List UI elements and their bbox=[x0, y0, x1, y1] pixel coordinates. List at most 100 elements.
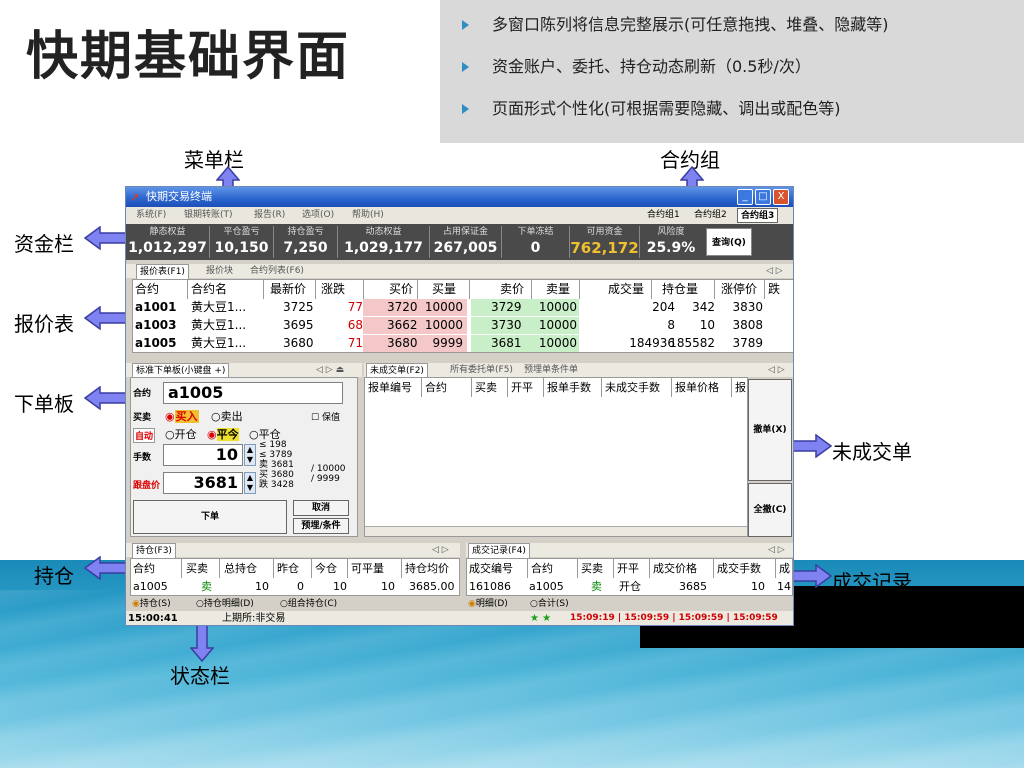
contract-group-tab-active[interactable]: 合约组3 bbox=[737, 208, 779, 223]
menu-bank-transfer[interactable]: 银期转账(T) bbox=[184, 207, 233, 224]
quote-cell: 10000 bbox=[538, 300, 577, 314]
cancel-all-button[interactable]: 全撤(C) bbox=[748, 483, 792, 537]
menu-help[interactable]: 帮助(H) bbox=[352, 207, 384, 224]
position-row[interactable]: a1005 卖 10 0 10 10 3685.00 bbox=[131, 577, 459, 595]
column-header[interactable]: 持仓量 bbox=[651, 280, 698, 299]
place-order-button[interactable]: 下单 bbox=[133, 500, 287, 534]
position-summary-radio[interactable]: ◉持仓(S) bbox=[132, 598, 171, 610]
column-header[interactable]: 买卖 bbox=[471, 378, 497, 397]
maximize-button[interactable]: □ bbox=[755, 189, 771, 205]
tab-scroll-arrows-icon[interactable]: ◁ ▷ bbox=[768, 543, 785, 557]
open-radio[interactable]: ○开仓 bbox=[165, 426, 197, 442]
available-funds-value: 762,172 bbox=[570, 239, 639, 257]
horizontal-scrollbar[interactable] bbox=[365, 526, 747, 536]
menu-system[interactable]: 系统(F) bbox=[136, 207, 166, 224]
callout-order-board-label: 下单板 bbox=[14, 392, 74, 416]
price-hint: 3680 bbox=[270, 470, 294, 480]
column-header[interactable]: 卖价 bbox=[469, 280, 524, 299]
column-header[interactable]: 开平 bbox=[507, 378, 533, 397]
contract-group-tab[interactable]: 合约组1 bbox=[644, 208, 683, 223]
column-header[interactable]: 报单手数 bbox=[543, 378, 591, 397]
buy-radio[interactable]: ◉买入 bbox=[165, 408, 199, 424]
column-header[interactable]: 跌 bbox=[764, 280, 780, 299]
contract-input[interactable]: a1005 bbox=[163, 382, 343, 404]
trade-qty: 10 bbox=[751, 580, 765, 593]
column-header[interactable]: 总持仓 bbox=[219, 559, 257, 578]
column-header[interactable]: 今仓 bbox=[311, 559, 337, 578]
column-header[interactable]: 合约 bbox=[133, 559, 155, 578]
menu-report[interactable]: 报告(R) bbox=[254, 207, 285, 224]
column-header[interactable]: 报单价格 bbox=[671, 378, 719, 397]
qty-input[interactable]: 10 bbox=[163, 444, 243, 466]
column-header[interactable]: 买价 bbox=[363, 280, 413, 299]
tab-scroll-arrows-icon[interactable]: ◁ ▷ bbox=[766, 264, 783, 278]
column-header[interactable]: 买卖 bbox=[577, 559, 603, 578]
column-header[interactable]: 合约名 bbox=[187, 280, 227, 299]
hedge-checkbox[interactable]: ☐ 保值 bbox=[311, 410, 340, 423]
qty-spinner[interactable]: ▲ ▼ bbox=[244, 444, 256, 466]
column-header[interactable]: 报单编号 bbox=[368, 378, 412, 397]
quote-row[interactable]: a1003 黄大豆1... 3695 68 3662 10000 3730 10000 8 10 3… bbox=[133, 316, 793, 335]
tab-quote-block[interactable]: 报价块 bbox=[206, 264, 233, 278]
price-input[interactable]: 3681 bbox=[163, 472, 243, 494]
fund-cell: 下单冻结 0 bbox=[502, 226, 570, 258]
column-header[interactable]: 报 bbox=[731, 378, 746, 397]
quote-cell: 3830 bbox=[732, 300, 763, 314]
tab-contract-list[interactable]: 合约列表(F6) bbox=[250, 264, 304, 278]
trade-row[interactable]: 161086 a1005 卖 开仓 3685 10 14 bbox=[467, 577, 792, 595]
contract-group-tab[interactable]: 合约组2 bbox=[691, 208, 730, 223]
tab-scroll-arrows-icon[interactable]: ◁ ▷ bbox=[432, 543, 449, 557]
tab-preset-orders[interactable]: 预埋单条件单 bbox=[524, 363, 578, 377]
column-header[interactable]: 未成交手数 bbox=[601, 378, 660, 397]
column-header[interactable]: 成交编号 bbox=[469, 559, 513, 578]
window-titlebar[interactable]: ➚ 快期交易终端 _ □ X bbox=[126, 187, 793, 207]
minimize-button[interactable]: _ bbox=[737, 189, 753, 205]
column-header[interactable]: 最新价 bbox=[263, 280, 306, 299]
column-header[interactable]: 成交量 bbox=[579, 280, 644, 299]
query-button[interactable]: 查询(Q) bbox=[706, 228, 752, 256]
cancel-selected-button[interactable]: 撤单(X) bbox=[748, 379, 792, 481]
tab-scroll-arrows-icon[interactable]: ◁ ▷ bbox=[768, 363, 785, 377]
sell-radio[interactable]: ○卖出 bbox=[211, 408, 243, 424]
radio-checked-icon: ◉ bbox=[207, 428, 217, 441]
quote-row[interactable]: a1001 黄大豆1... 3725 77 3720 10000 3729 10000 204 3… bbox=[133, 298, 793, 317]
volume-hint: / 10000 bbox=[311, 464, 346, 474]
column-header[interactable]: 涨停价 bbox=[714, 280, 757, 299]
close-button[interactable]: X bbox=[773, 189, 789, 205]
trades-total-radio[interactable]: ○合计(S) bbox=[530, 598, 569, 610]
column-header[interactable]: 可平量 bbox=[347, 559, 384, 578]
column-header[interactable]: 卖量 bbox=[531, 280, 570, 299]
column-header[interactable]: 买卖 bbox=[181, 559, 208, 578]
quote-cell: 9999 bbox=[432, 336, 463, 350]
column-header[interactable]: 成交价格 bbox=[649, 559, 697, 578]
column-header[interactable]: 合约 bbox=[421, 378, 447, 397]
tab-all-orders[interactable]: 所有委托单(F5) bbox=[450, 363, 513, 377]
close-today-radio[interactable]: ◉平今 bbox=[207, 426, 239, 442]
quote-row[interactable]: a1005 黄大豆1... 3680 71 3680 9999 3681 10000 18493… bbox=[133, 334, 793, 352]
column-header[interactable]: 买量 bbox=[417, 280, 456, 299]
tab-scroll-arrows-icon[interactable]: ◁ ▷ ⏏ bbox=[316, 363, 344, 377]
combo-position-radio[interactable]: ○组合持仓(C) bbox=[280, 598, 337, 610]
tab-quote-table[interactable]: 报价表(F1) bbox=[136, 264, 189, 280]
price-spinner[interactable]: ▲ ▼ bbox=[244, 472, 256, 494]
column-header[interactable]: 持仓均价 bbox=[401, 559, 449, 578]
column-header[interactable]: 成交手数 bbox=[713, 559, 761, 578]
radio-label: 合计(S) bbox=[537, 599, 569, 609]
quote-cell: 8 bbox=[667, 318, 675, 332]
preset-condition-button[interactable]: 预埋/条件 bbox=[293, 518, 349, 534]
column-header[interactable]: 合约 bbox=[527, 559, 553, 578]
column-header[interactable]: 昨仓 bbox=[273, 559, 299, 578]
menu-options[interactable]: 选项(O) bbox=[302, 207, 334, 224]
auto-toggle[interactable]: 自动 bbox=[133, 428, 156, 443]
fund-value: 7,250 bbox=[283, 240, 328, 256]
column-header[interactable]: 开平 bbox=[613, 559, 639, 578]
tab-trades[interactable]: 成交记录(F4) bbox=[468, 543, 530, 559]
position-detail-radio[interactable]: ○持仓明细(D) bbox=[196, 598, 254, 610]
tab-position[interactable]: 持仓(F3) bbox=[132, 543, 176, 559]
trades-detail-radio[interactable]: ◉明细(D) bbox=[468, 598, 508, 610]
column-header[interactable]: 成 bbox=[775, 559, 790, 578]
cancel-order-button[interactable]: 取消 bbox=[293, 500, 349, 516]
column-header[interactable]: 合约 bbox=[135, 280, 159, 299]
column-header[interactable]: 涨跌 bbox=[315, 280, 345, 299]
window-title: 快期交易终端 bbox=[146, 190, 212, 203]
